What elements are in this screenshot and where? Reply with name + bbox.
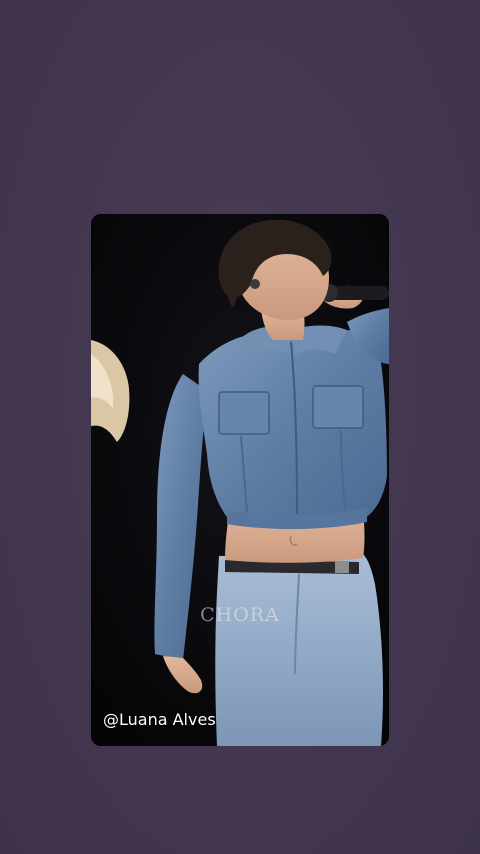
performer-photo (91, 214, 389, 746)
watermark-text: CHORA (200, 604, 280, 626)
credit-handle: @Luana Alves (103, 710, 216, 729)
story-photo: CHORA @Luana Alves (91, 214, 389, 746)
